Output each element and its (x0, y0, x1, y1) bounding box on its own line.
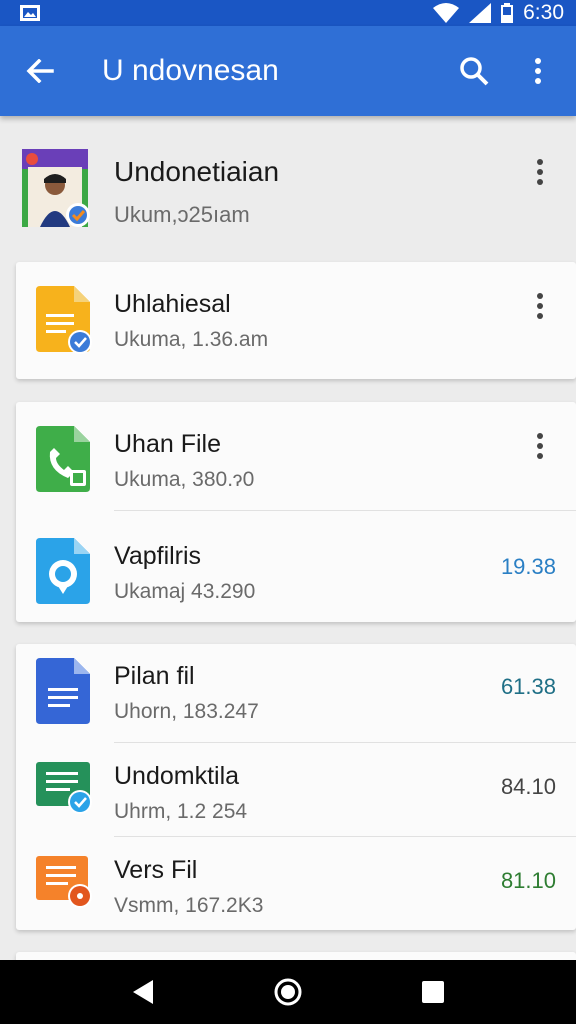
status-bar: 6:30 (0, 0, 576, 26)
nav-recents-button[interactable] (403, 962, 463, 1022)
item-size: 61.38 (500, 674, 556, 699)
triangle-back-icon (132, 980, 153, 1004)
item-meta: Ukum,ɔ25ıam (114, 202, 250, 227)
more-vert-icon (537, 433, 543, 459)
status-time: 6:30 (523, 1, 564, 24)
navigation-bar (0, 960, 576, 1024)
presentation-document-icon (36, 856, 92, 908)
contact-photo-icon (22, 149, 90, 227)
list-item-contact[interactable]: Undonetiaian Ukum,ɔ25ıam (0, 116, 576, 246)
divider (114, 510, 576, 511)
item-meta: Uhorn, 183.247 (114, 700, 259, 723)
item-size: 19.38 (500, 554, 556, 579)
list-item[interactable]: Uhan File Ukuma, 380.ɂ0 (16, 402, 576, 518)
map-pin-document-icon (36, 538, 90, 604)
circle-home-icon (274, 978, 302, 1006)
item-meta: Vsmm, 167.2K3 (114, 894, 264, 917)
wifi-icon (433, 3, 460, 23)
call-document-icon (36, 426, 90, 492)
item-name: Vapfilris (114, 542, 202, 570)
item-name: Uhlahiesal (114, 290, 231, 318)
image-icon (20, 5, 40, 21)
item-meta: Ukuma, 380.ɂ0 (114, 468, 255, 491)
file-card: Uhan File Ukuma, 380.ɂ0 Vapfilris Ukamaj… (16, 402, 576, 622)
list-item[interactable]: Vapfilris Ukamaj 43.290 19.38 (16, 514, 576, 630)
sheets-document-icon (36, 762, 92, 814)
slides-document-icon (36, 286, 92, 354)
item-size: 84.10 (500, 774, 556, 799)
file-list: Undonetiaian Ukum,ɔ25ıam Uhlahiesal Ukum… (0, 116, 576, 972)
nav-home-button[interactable] (258, 962, 318, 1022)
more-vert-icon (537, 159, 543, 185)
item-name: Vers Fil (114, 856, 198, 884)
item-overflow-button[interactable] (524, 286, 556, 326)
list-item[interactable]: Uhlahiesal Ukuma, 1.36.am (16, 262, 576, 378)
item-name: Pilan fil (114, 662, 195, 690)
back-button[interactable] (0, 26, 80, 116)
item-meta: Ukamaj 43.290 (114, 580, 256, 603)
docs-document-icon (36, 658, 90, 724)
nav-back-button[interactable] (113, 962, 173, 1022)
square-recents-icon (422, 981, 445, 1003)
app-bar: U ndovnesan (0, 26, 576, 116)
item-overflow-button[interactable] (524, 152, 556, 192)
item-size: 81.10 (500, 868, 556, 893)
file-card: Uhlahiesal Ukuma, 1.36.am (16, 262, 576, 379)
search-icon (460, 57, 489, 86)
item-name: Uhan File (114, 430, 221, 458)
more-vert-icon (537, 293, 543, 319)
list-item[interactable]: Pilan fil Uhorn, 183.247 61.38 (16, 634, 576, 750)
more-vert-icon (535, 58, 541, 84)
overflow-menu-button[interactable] (506, 26, 570, 116)
battery-icon (501, 3, 514, 23)
page-title: U ndovnesan (102, 54, 279, 87)
item-meta: Uhrm, 1.2 254 (114, 800, 248, 823)
search-button[interactable] (442, 26, 506, 116)
signal-icon (469, 3, 492, 23)
list-item[interactable]: Vers Fil Vsmm, 167.2K3 81.10 (16, 828, 576, 944)
item-name: Undonetiaian (114, 156, 280, 187)
item-meta: Ukuma, 1.36.am (114, 328, 269, 351)
file-card: Pilan fil Uhorn, 183.247 61.38 Undomktil… (16, 644, 576, 930)
item-name: Undomktila (114, 762, 240, 790)
item-overflow-button[interactable] (524, 426, 556, 466)
arrow-back-icon (26, 59, 54, 83)
